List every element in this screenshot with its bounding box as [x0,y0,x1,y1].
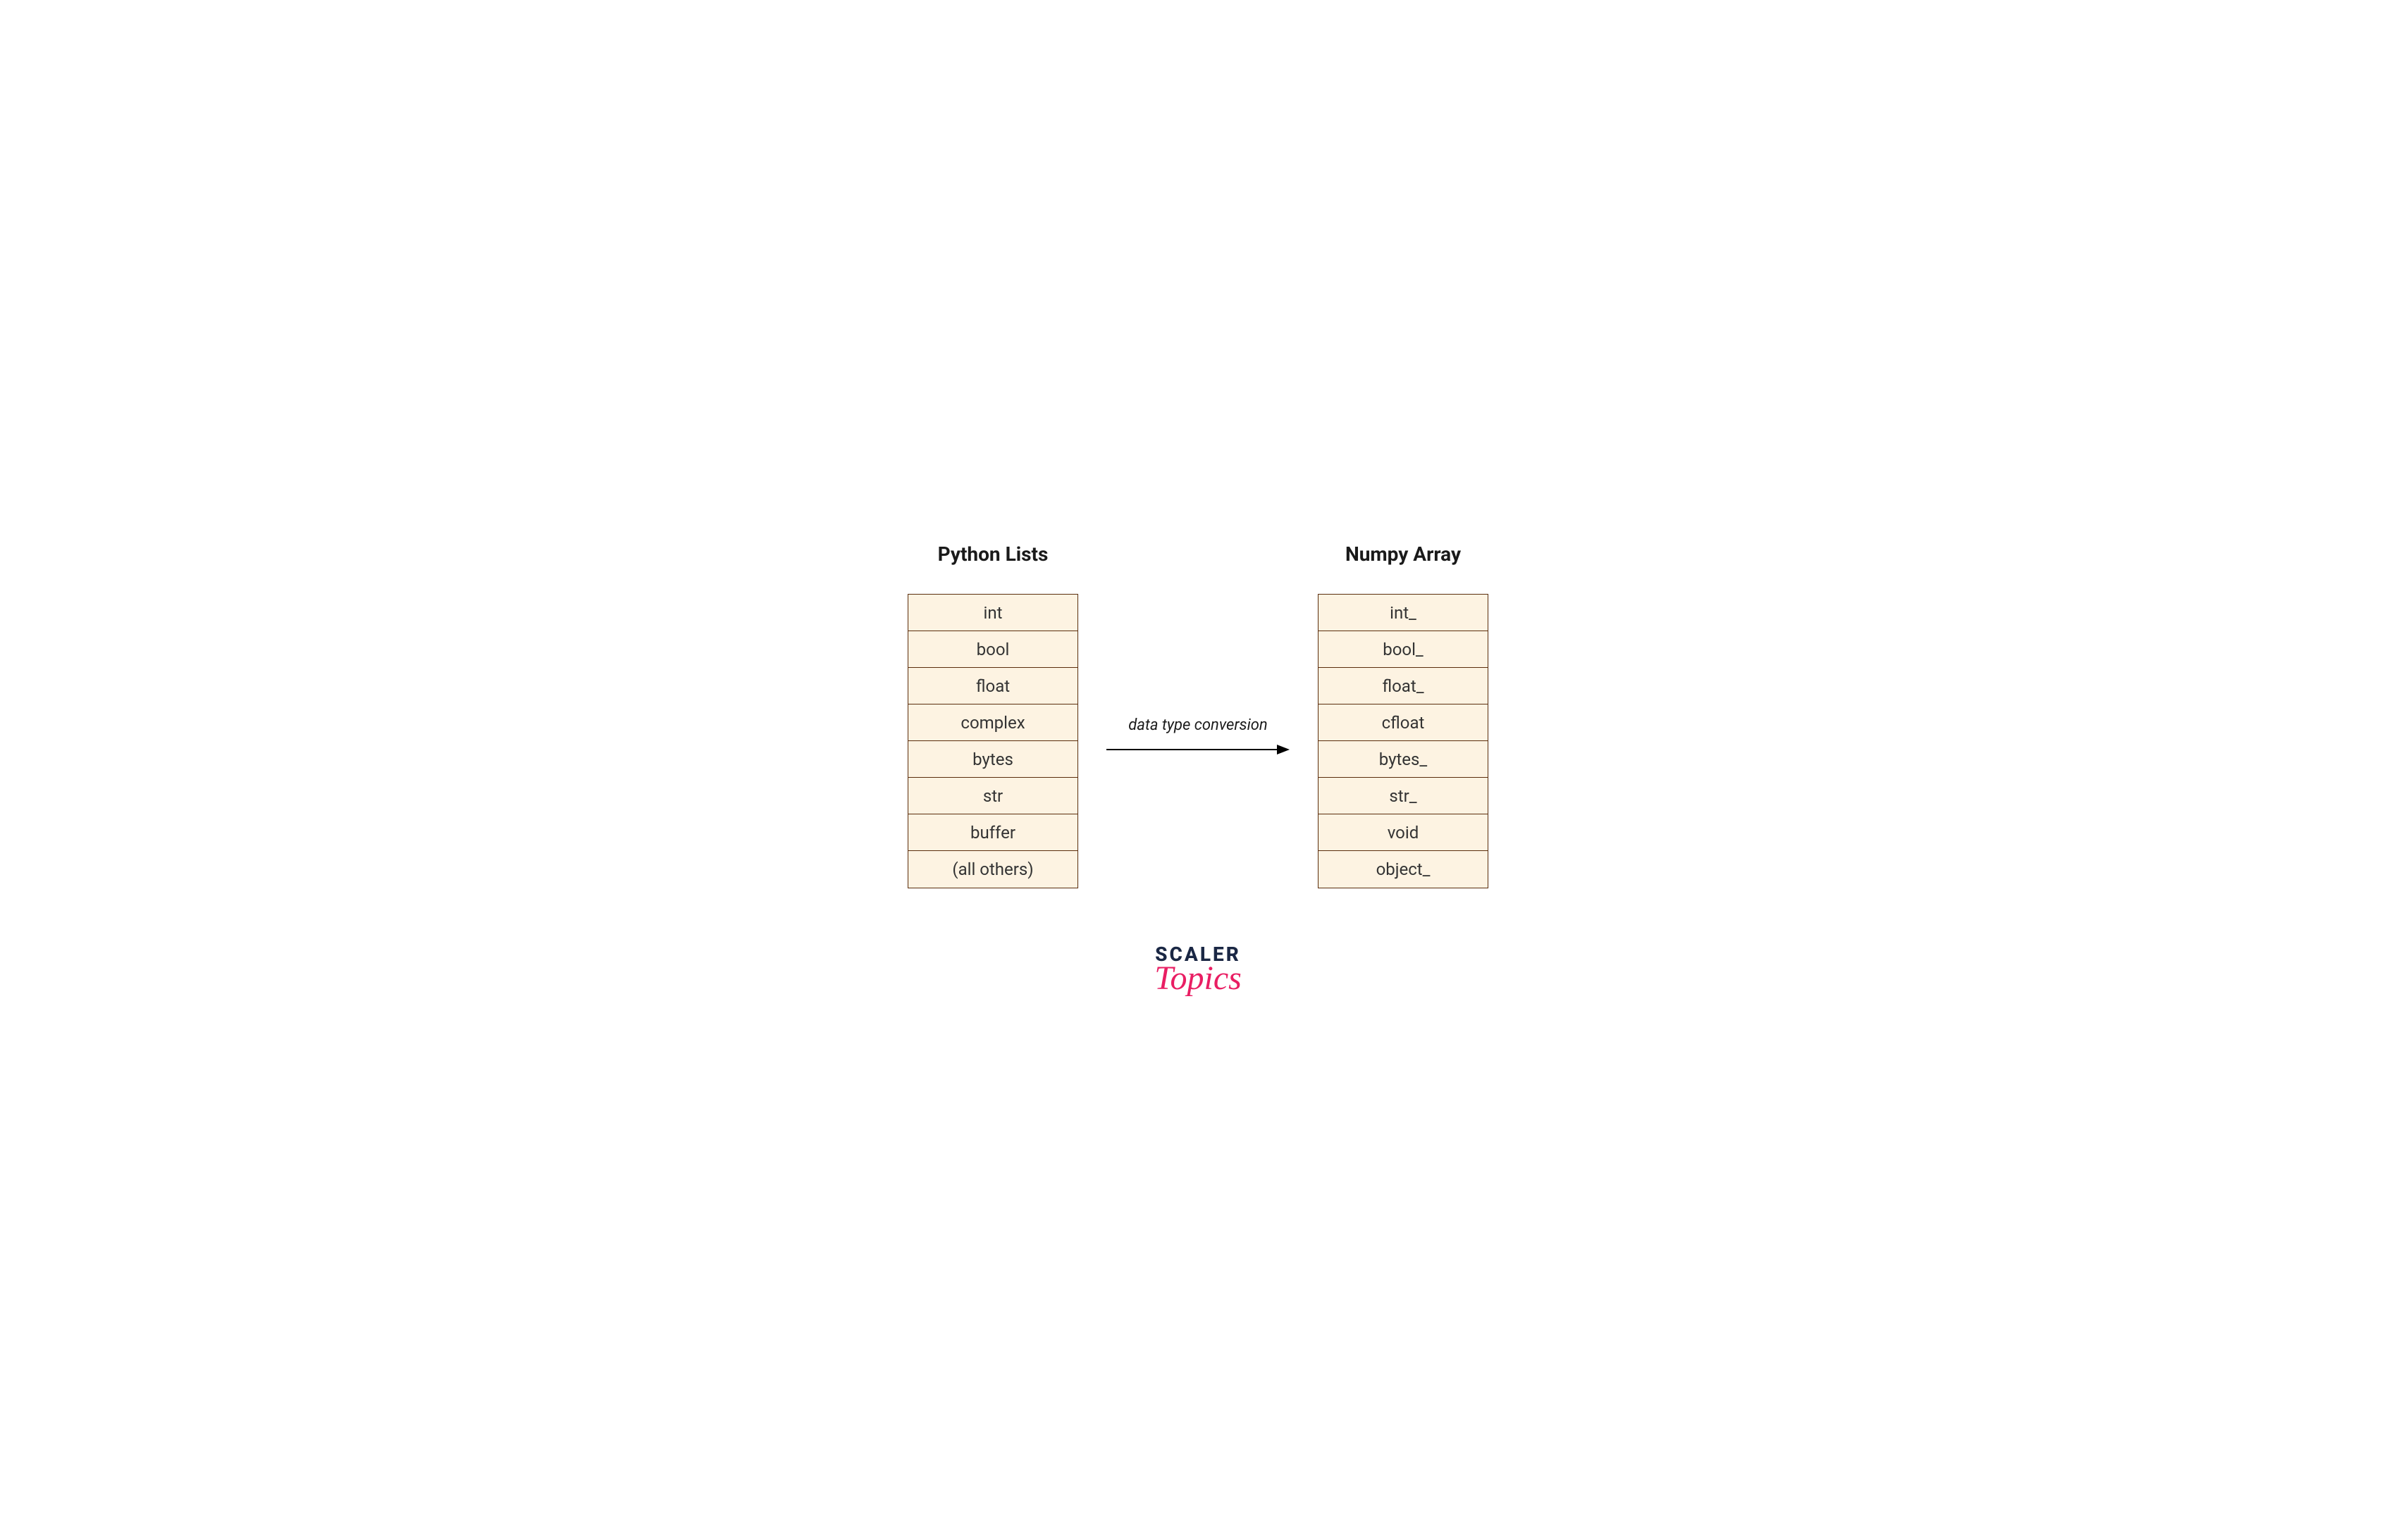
table-row: int [908,595,1077,631]
logo-sub-brand: Topics [1154,959,1242,998]
arrow-section: data type conversion [1106,716,1290,757]
table-row: float [908,668,1077,704]
diagram-container: Python Lists int bool float complex byte… [908,542,1488,888]
table-row: int_ [1319,595,1488,631]
table-row: float_ [1319,668,1488,704]
table-row: complex [908,704,1077,741]
table-row: str [908,778,1077,814]
right-column-title: Numpy Array [1345,542,1461,566]
table-row: bool [908,631,1077,668]
table-row: str_ [1319,778,1488,814]
right-column: Numpy Array int_ bool_ float_ cfloat byt… [1318,542,1488,888]
table-row: buffer [908,814,1077,851]
table-row: bytes [908,741,1077,778]
table-row: bytes_ [1319,741,1488,778]
table-row: cfloat [1319,704,1488,741]
table-row: bool_ [1319,631,1488,668]
right-table: int_ bool_ float_ cfloat bytes_ str_ voi… [1318,594,1488,888]
table-row: object_ [1319,851,1488,888]
arrow-label: data type conversion [1128,716,1267,734]
left-column: Python Lists int bool float complex byte… [908,542,1078,888]
table-row: (all others) [908,851,1077,888]
left-column-title: Python Lists [938,542,1049,566]
arrow-icon [1106,743,1290,757]
table-row: void [1319,814,1488,851]
left-table: int bool float complex bytes str buffer … [908,594,1078,888]
logo: SCALER Topics [1154,945,1242,998]
